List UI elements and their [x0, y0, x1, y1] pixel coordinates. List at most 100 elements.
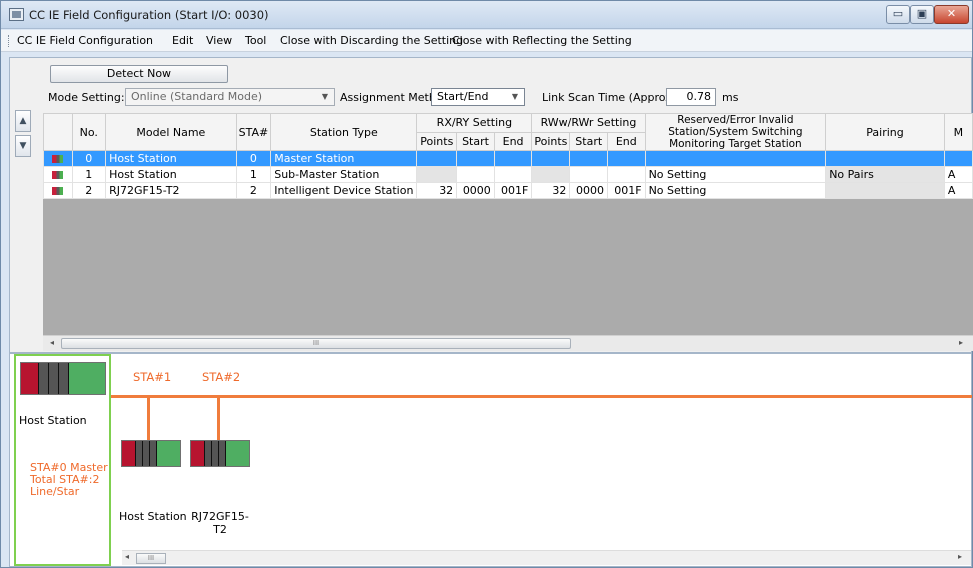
diagram-scroll-left-arrow[interactable]: ◂	[125, 552, 129, 561]
header-rx-points[interactable]: Points	[416, 131, 458, 151]
maximize-button[interactable]: ▣	[910, 5, 934, 24]
header-rw-points[interactable]: Points	[531, 131, 571, 151]
assignment-method-value: Start/End	[437, 90, 489, 103]
mode-setting-select[interactable]: Online (Standard Mode) ▼	[125, 88, 335, 106]
cell-sta[interactable]: 1	[235, 166, 272, 183]
scroll-left-arrow[interactable]: ◂	[46, 338, 58, 347]
table-row[interactable]: 1 Host Station 1 Sub-Master Station No S…	[43, 166, 973, 183]
cell-rx-start[interactable]: 0000	[456, 182, 495, 199]
cell-no[interactable]: 0	[71, 150, 107, 167]
cell-station-type[interactable]: Master Station	[270, 150, 418, 167]
cell-sta[interactable]: 2	[235, 182, 272, 199]
station-2-name-line2: T2	[213, 523, 227, 536]
cell-model-name[interactable]: RJ72GF15-T2	[105, 182, 237, 199]
mode-setting-label: Mode Setting:	[48, 91, 125, 104]
cell-rw-start[interactable]	[569, 166, 609, 183]
station-2-name: RJ72GF15- T2	[190, 510, 250, 536]
move-up-button[interactable]: ▲	[15, 110, 31, 132]
cell-sta[interactable]: 0	[235, 150, 272, 167]
header-reserved[interactable]: Reserved/Error Invalid Station/System Sw…	[644, 113, 827, 151]
station-1-name: Host Station	[119, 510, 187, 523]
cell-rx-end[interactable]	[493, 150, 533, 167]
close-button[interactable]: ✕	[934, 5, 969, 24]
station-1-module-icon[interactable]	[121, 440, 181, 467]
title-bar: CC IE Field Configuration (Start I/O: 00…	[1, 1, 972, 29]
network-line	[111, 395, 972, 398]
header-rw-start[interactable]: Start	[569, 131, 609, 151]
chevron-down-icon: ▼	[321, 92, 329, 101]
link-scan-time-label: Link Scan Time (Approx.):	[542, 91, 684, 104]
host-station-module-icon	[20, 362, 106, 395]
menu-tool[interactable]: Tool	[245, 34, 266, 47]
station-table-area: No. Model Name STA# Station Type RX/RY S…	[43, 113, 973, 345]
station-table: No. Model Name STA# Station Type RX/RY S…	[43, 113, 973, 199]
cell-no[interactable]: 2	[71, 182, 107, 199]
host-station-panel[interactable]: Host Station STA#0 Master Total STA#:2 L…	[14, 354, 111, 566]
cell-pairing[interactable]: No Pairs	[825, 166, 945, 183]
cell-rx-start[interactable]	[456, 166, 495, 183]
cell-pairing[interactable]	[825, 182, 945, 199]
header-sta[interactable]: STA#	[235, 113, 272, 151]
menu-close-discard[interactable]: Close with Discarding the Setting	[280, 34, 463, 47]
header-rw-end[interactable]: End	[607, 131, 646, 151]
move-down-button[interactable]: ▼	[15, 135, 31, 157]
cell-model-name[interactable]: Host Station	[105, 166, 237, 183]
cell-rw-end[interactable]: 001F	[607, 182, 646, 199]
cell-rw-points[interactable]: 32	[531, 182, 571, 199]
cell-extra[interactable]: A	[943, 166, 973, 183]
cell-model-name[interactable]: Host Station	[105, 150, 237, 167]
station-2-module-icon[interactable]	[190, 440, 250, 467]
station-module-icon	[43, 182, 73, 199]
cell-station-type[interactable]: Sub-Master Station	[270, 166, 418, 183]
app-icon	[9, 8, 24, 21]
diagram-horizontal-scrollbar[interactable]: ◂ III ▸	[122, 550, 971, 565]
cell-rx-points[interactable]	[416, 166, 458, 183]
cell-rw-points[interactable]	[531, 166, 571, 183]
diagram-scroll-right-arrow[interactable]: ▸	[958, 552, 962, 561]
minimize-button[interactable]: ▭	[886, 5, 910, 24]
menu-view[interactable]: View	[206, 34, 232, 47]
cell-reserved[interactable]: No Setting	[644, 166, 827, 183]
cell-rw-end[interactable]	[607, 166, 646, 183]
station-module-icon	[43, 166, 73, 183]
cell-rw-start[interactable]: 0000	[569, 182, 609, 199]
cell-extra[interactable]	[943, 150, 973, 167]
menu-edit[interactable]: Edit	[172, 34, 193, 47]
cell-rx-start[interactable]	[456, 150, 495, 167]
scroll-thumb[interactable]: III	[61, 338, 571, 349]
cell-reserved[interactable]: No Setting	[644, 182, 827, 199]
table-row[interactable]: 2 RJ72GF15-T2 2 Intelligent Device Stati…	[43, 182, 973, 199]
header-no[interactable]: No.	[71, 113, 107, 151]
chevron-down-icon: ▼	[511, 92, 519, 101]
cell-rx-points[interactable]: 32	[416, 182, 458, 199]
table-row[interactable]: 0 Host Station 0 Master Station	[43, 150, 973, 167]
cell-reserved[interactable]	[644, 150, 827, 167]
cell-station-type[interactable]: Intelligent Device Station	[270, 182, 418, 199]
detect-now-button[interactable]: Detect Now	[50, 65, 228, 83]
header-rx-end[interactable]: End	[493, 131, 533, 151]
table-horizontal-scrollbar[interactable]: ◂ III ▸	[43, 335, 973, 351]
header-pairing[interactable]: Pairing	[825, 113, 945, 151]
cell-rw-end[interactable]	[607, 150, 646, 167]
cell-rw-start[interactable]	[569, 150, 609, 167]
cell-no[interactable]: 1	[71, 166, 107, 183]
diagram-scroll-thumb[interactable]: III	[136, 553, 166, 564]
cell-rx-end[interactable]: 001F	[493, 182, 533, 199]
header-model-name[interactable]: Model Name	[105, 113, 237, 151]
header-rx-start[interactable]: Start	[456, 131, 495, 151]
scroll-right-arrow[interactable]: ▸	[955, 338, 967, 347]
header-extra[interactable]: M	[943, 113, 973, 151]
link-scan-time-unit: ms	[722, 91, 739, 104]
station-2-name-line1: RJ72GF15-	[191, 510, 249, 523]
header-station-type[interactable]: Station Type	[270, 113, 418, 151]
network-diagram: Host Station STA#0 Master Total STA#:2 L…	[9, 353, 972, 567]
cell-extra[interactable]: A	[943, 182, 973, 199]
cell-rx-end[interactable]	[493, 166, 533, 183]
cell-rw-points[interactable]	[531, 150, 571, 167]
menu-cc-ie-field-configuration[interactable]: CC IE Field Configuration	[17, 34, 153, 47]
menu-close-reflect[interactable]: Close with Reflecting the Setting	[452, 34, 632, 47]
cell-pairing[interactable]	[825, 150, 945, 167]
assignment-method-select[interactable]: Start/End ▼	[431, 88, 525, 106]
mode-setting-value: Online (Standard Mode)	[131, 90, 263, 103]
cell-rx-points[interactable]	[416, 150, 458, 167]
